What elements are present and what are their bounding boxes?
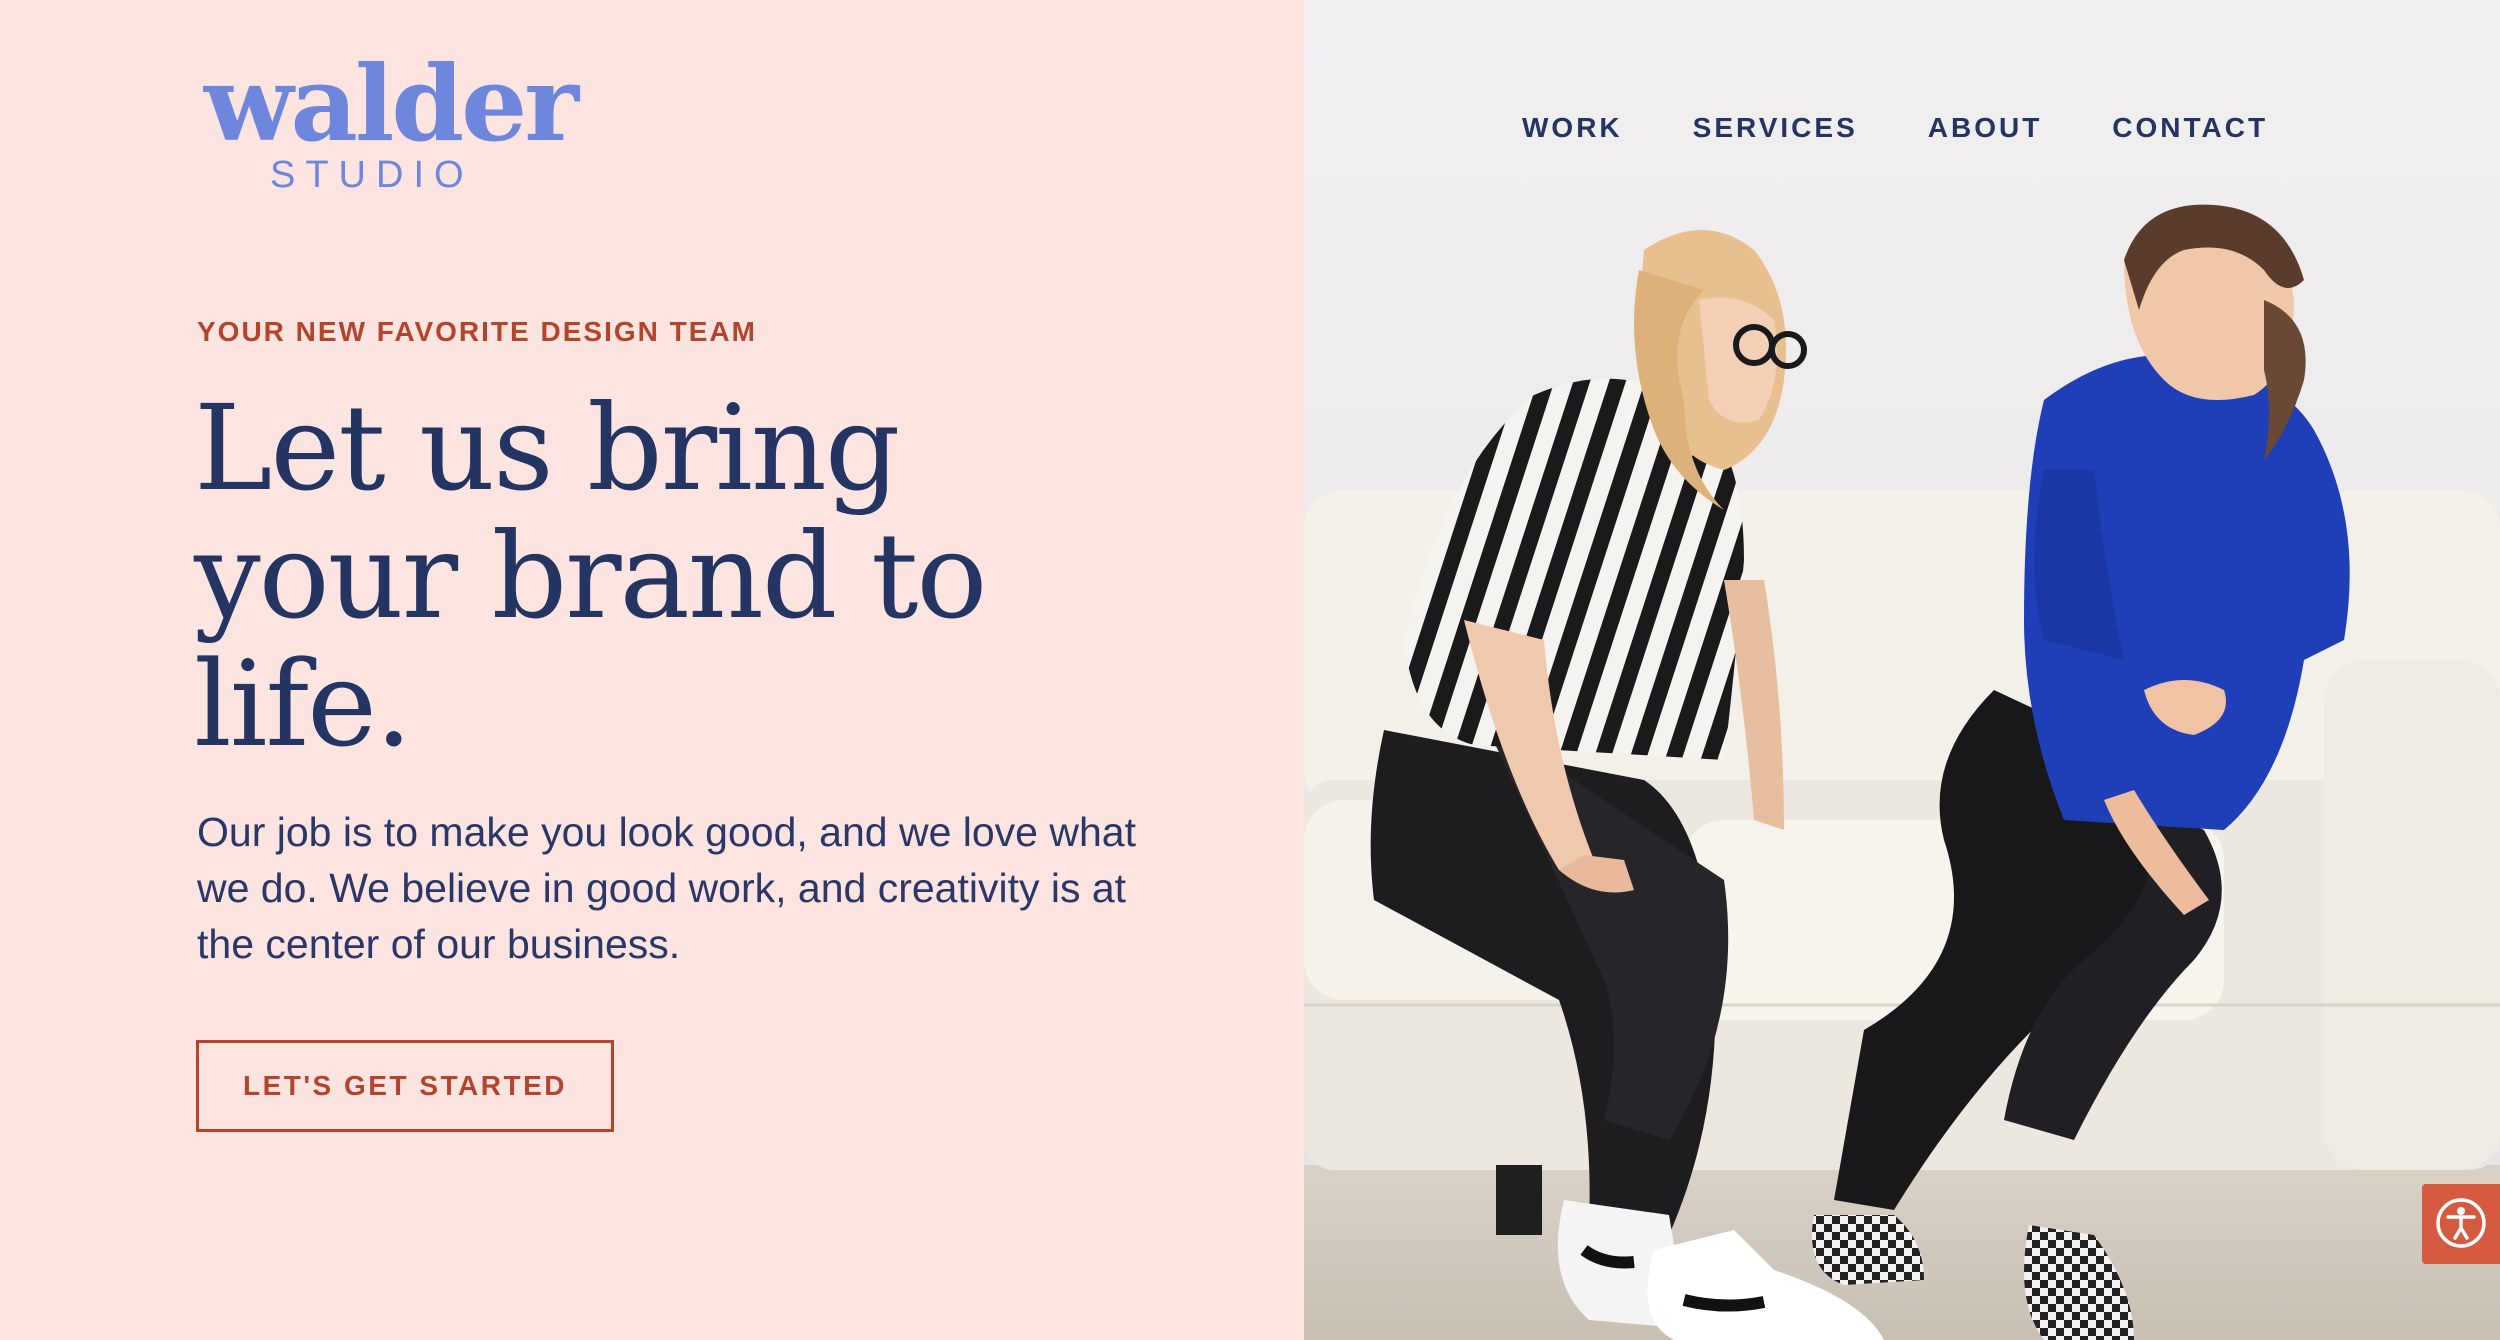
accessibility-button[interactable] (2422, 1184, 2500, 1264)
hero-photo-illustration (1304, 0, 2500, 1340)
main-nav: WORK SERVICES ABOUT CONTACT (1522, 108, 2268, 148)
nav-item-work[interactable]: WORK (1522, 108, 1623, 148)
logo-tagline: STUDIO (270, 154, 474, 196)
hero-text-panel: walder STUDIO YOUR NEW FAVORITE DESIGN T… (0, 0, 1304, 1340)
nav-item-about[interactable]: ABOUT (1928, 108, 2043, 148)
nav-item-contact[interactable]: CONTACT (2112, 108, 2268, 148)
logo-wordmark: walder (204, 42, 579, 165)
nav-item-services[interactable]: SERVICES (1693, 108, 1858, 148)
hero-headline: Let us bring your brand to life. (194, 379, 987, 773)
hero-eyebrow: YOUR NEW FAVORITE DESIGN TEAM (197, 316, 757, 347)
hero-photo (1304, 0, 2500, 1340)
hero-intro-text: Our job is to make you look good, and we… (197, 809, 1136, 967)
accessibility-icon (2435, 1197, 2487, 1252)
get-started-button[interactable]: LET'S GET STARTED (196, 1040, 614, 1132)
walder-studio-logo[interactable]: walder STUDIO (204, 52, 579, 202)
